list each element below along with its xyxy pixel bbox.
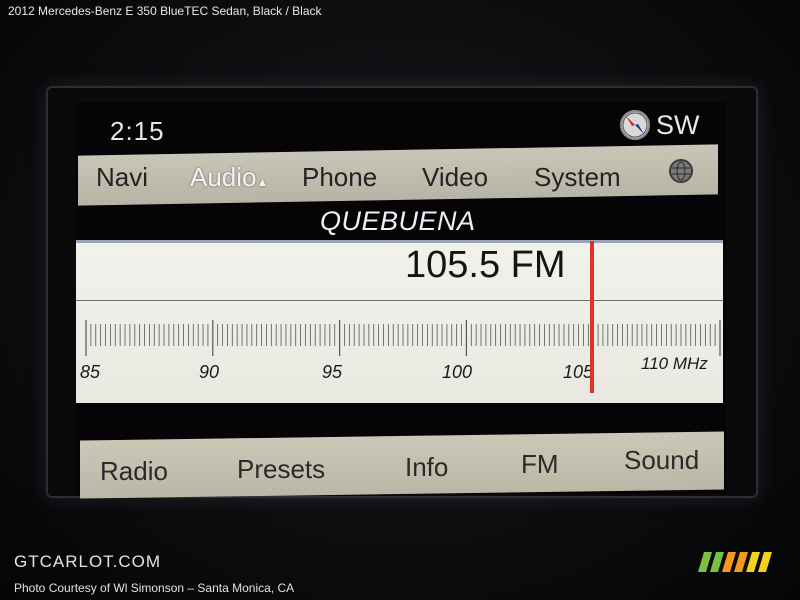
bottom-fm[interactable]: FM [521,449,559,480]
tick-label-85: 85 [80,362,101,382]
logo-stripes-icon [698,552,772,572]
tick-label-105: 105 [563,362,594,382]
bottom-radio[interactable]: Radio [100,456,168,487]
tick-label-90: 90 [199,362,220,382]
bottom-sound[interactable]: Sound [624,445,699,476]
tick-label-110: 110 MHz [641,354,708,373]
bottom-info[interactable]: Info [405,452,448,483]
tuner-tick-scale [85,320,721,356]
tuner-needle[interactable] [590,241,594,393]
photo-credit: Photo Courtesy of Wl Simonson – Santa Mo… [14,581,295,595]
tick-label-95: 95 [322,362,343,382]
site-watermark: GTCARLOT.COM [14,552,162,571]
tick-label-100: 100 [442,362,473,382]
bottom-presets[interactable]: Presets [237,454,325,485]
